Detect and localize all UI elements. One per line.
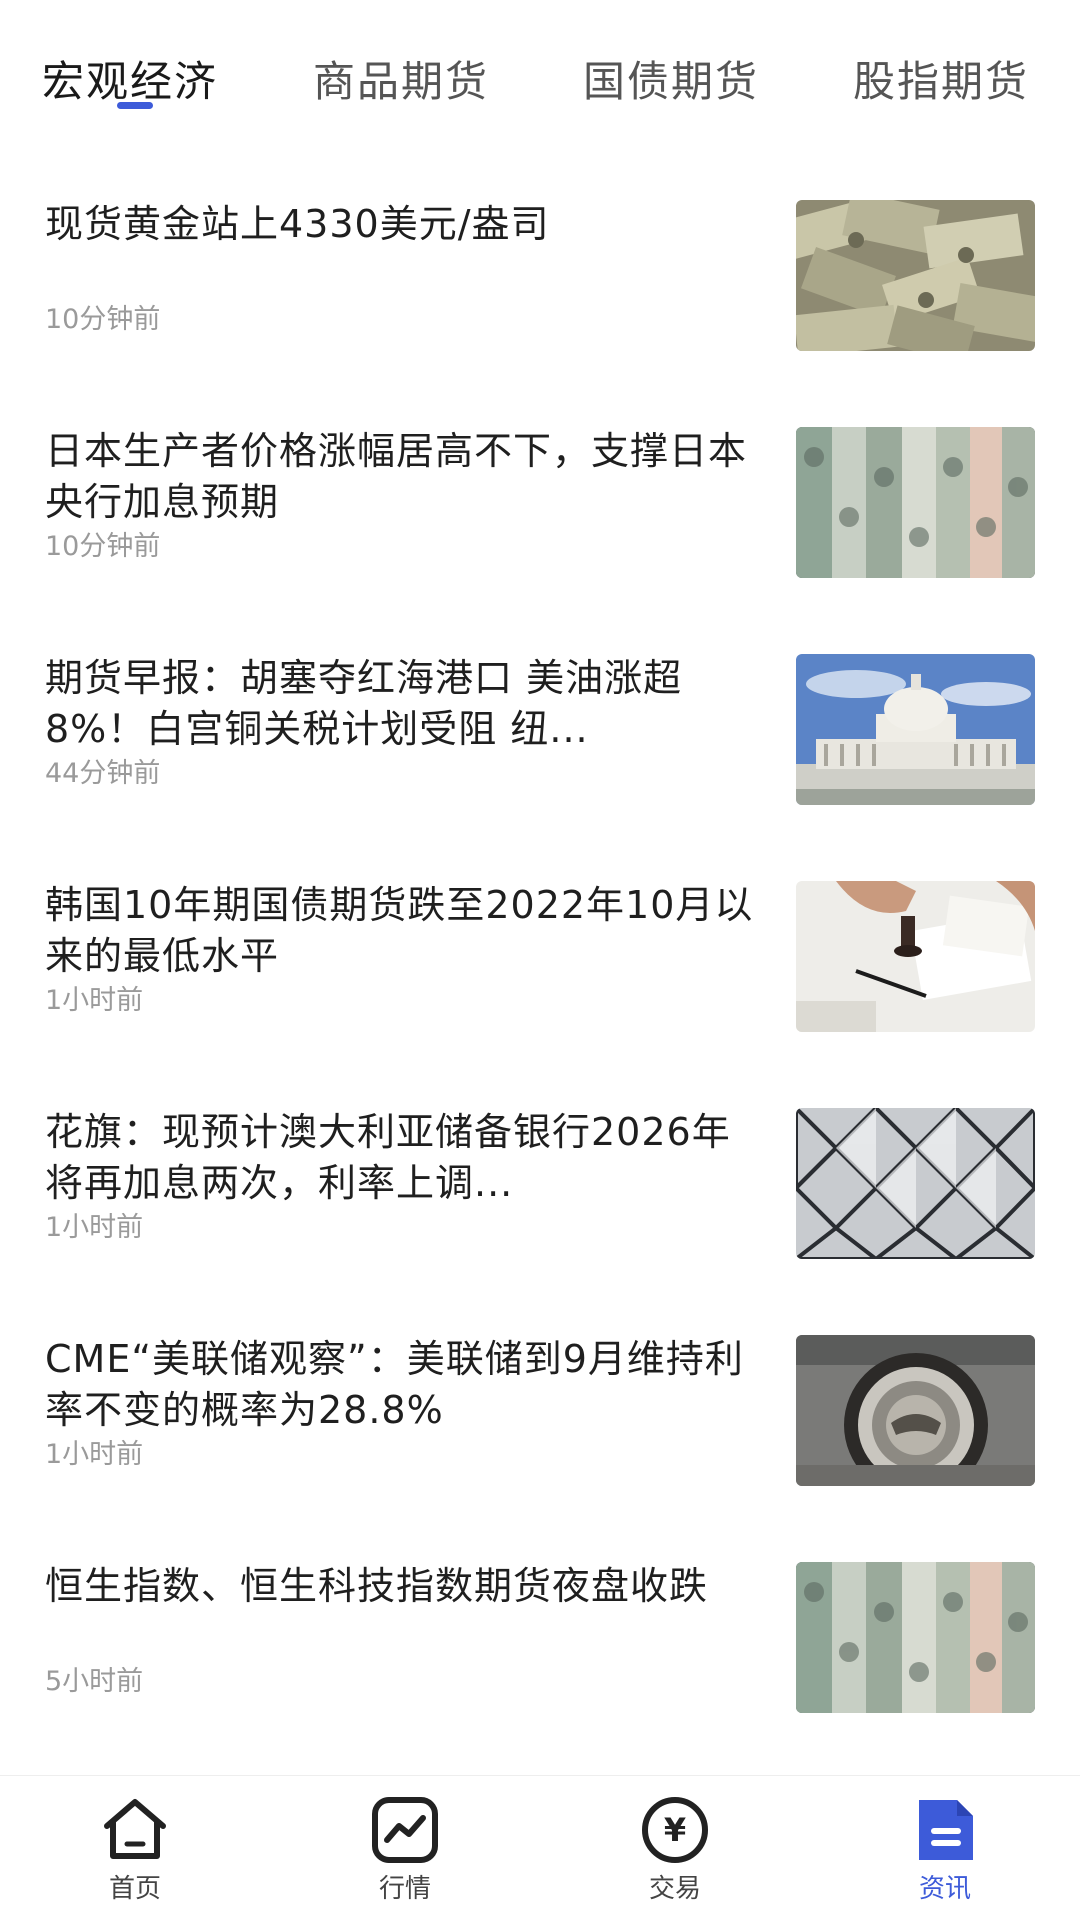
nav-label: 交易 <box>648 1874 701 1904</box>
news-title[interactable]: 花旗：现预计澳大利亚储备银行2026年将再加息两次，利率上调... <box>45 1107 760 1209</box>
capitol-building-image[interactable] <box>796 654 1035 805</box>
rolled-dollars-image[interactable] <box>796 1562 1035 1713</box>
nav-label: 首页 <box>108 1874 161 1904</box>
news-title[interactable]: 韩国10年期国债期货跌至2022年10月以来的最低水平 <box>45 880 760 982</box>
news-time: 5小时前 <box>45 1666 144 1697</box>
tab-macro-economy[interactable]: 宏观经济 <box>42 48 218 109</box>
svg-text:¥: ¥ <box>664 1811 686 1849</box>
news-title[interactable]: 现货黄金站上4330美元/盎司 <box>45 199 760 250</box>
news-item[interactable]: 期货早报：胡塞夺红海港口 美油涨超8%！白宫铜关税计划受阻 纽... 44分钟前 <box>0 653 1080 880</box>
tab-commodity-futures[interactable]: 商品期货 <box>313 48 489 109</box>
news-time: 44分钟前 <box>45 758 161 789</box>
news-item[interactable]: CME“美联储观察”：美联储到9月维持利率不变的概率为28.8% 1小时前 <box>0 1334 1080 1561</box>
news-title[interactable]: 日本生产者价格涨幅居高不下，支撑日本央行加息预期 <box>45 426 760 528</box>
news-item[interactable]: 恒生指数、恒生科技指数期货夜盘收跌 5小时前 <box>0 1561 1080 1775</box>
federal-reserve-seal-image[interactable] <box>796 1335 1035 1486</box>
news-item[interactable]: 花旗：现预计澳大利亚储备银行2026年将再加息两次，利率上调... 1小时前 <box>0 1107 1080 1334</box>
news-item[interactable]: 韩国10年期国债期货跌至2022年10月以来的最低水平 1小时前 <box>0 880 1080 1107</box>
app-root: 宏观经济 商品期货 国债期货 股指期货 现货黄金站上4330美元/盎司 10分钟… <box>0 0 1080 1920</box>
nav-market[interactable]: 行情 <box>335 1794 475 1904</box>
chart-icon <box>369 1794 441 1866</box>
nav-label: 行情 <box>378 1874 431 1904</box>
yuan-icon: ¥ <box>639 1794 711 1866</box>
news-time: 10分钟前 <box>45 531 161 562</box>
nav-home[interactable]: 首页 <box>65 1794 205 1904</box>
news-time: 1小时前 <box>45 1212 144 1243</box>
document-icon <box>909 1794 981 1866</box>
news-item[interactable]: 现货黄金站上4330美元/盎司 10分钟前 <box>0 199 1080 426</box>
news-title[interactable]: 恒生指数、恒生科技指数期货夜盘收跌 <box>45 1561 760 1612</box>
category-tabs: 宏观经济 商品期货 国债期货 股指期货 <box>0 0 1080 130</box>
news-list[interactable]: 现货黄金站上4330美元/盎司 10分钟前 日本生产者价格涨幅居高不下，支撑日本… <box>0 130 1080 1775</box>
cash-pile-image[interactable] <box>796 200 1035 351</box>
nav-news[interactable]: 资讯 <box>875 1794 1015 1904</box>
home-icon <box>99 1794 171 1866</box>
active-tab-indicator <box>117 102 153 109</box>
bottom-navigation: 首页 行情 ¥ 交易 资讯 <box>0 1775 1080 1920</box>
news-item[interactable]: 日本生产者价格涨幅居高不下，支撑日本央行加息预期 10分钟前 <box>0 426 1080 653</box>
tab-index-futures[interactable]: 股指期货 <box>853 48 1029 109</box>
stamp-document-image[interactable] <box>796 881 1035 1032</box>
news-title[interactable]: 期货早报：胡塞夺红海港口 美油涨超8%！白宫铜关税计划受阻 纽... <box>45 653 760 755</box>
news-time: 1小时前 <box>45 1439 144 1470</box>
rolled-dollars-image[interactable] <box>796 427 1035 578</box>
news-time: 10分钟前 <box>45 304 161 335</box>
news-time: 1小时前 <box>45 985 144 1016</box>
nav-trade[interactable]: ¥ 交易 <box>605 1794 745 1904</box>
nav-label: 资讯 <box>918 1874 971 1904</box>
geometric-pattern-image[interactable] <box>796 1108 1035 1259</box>
news-title[interactable]: CME“美联储观察”：美联储到9月维持利率不变的概率为28.8% <box>45 1334 760 1436</box>
tab-treasury-futures[interactable]: 国债期货 <box>583 48 759 109</box>
